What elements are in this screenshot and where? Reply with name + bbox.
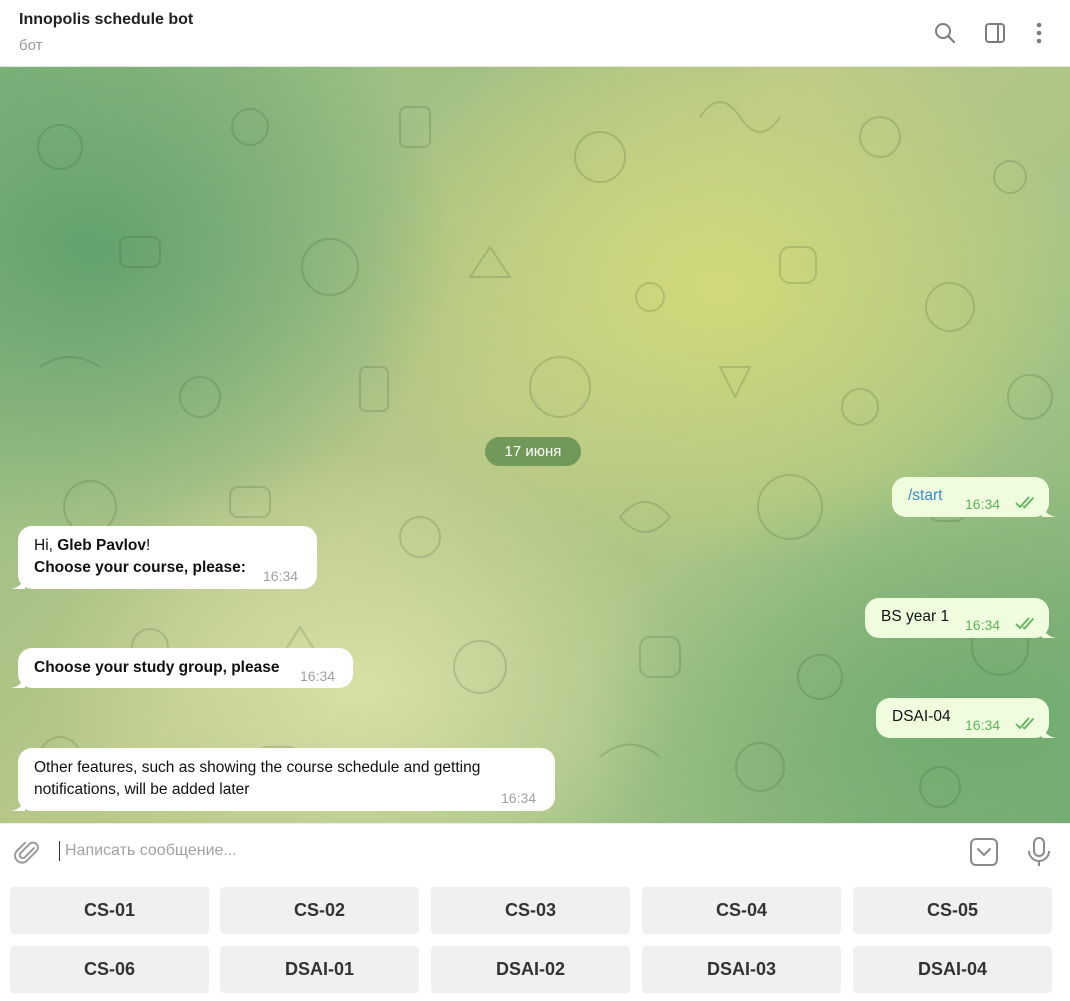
read-check-icon <box>1015 715 1039 737</box>
message-composer <box>0 823 1070 878</box>
message-text-line-2: notifications, will be added later <box>34 781 250 798</box>
keyboard-button-dsai-01[interactable]: DSAI-01 <box>220 946 419 993</box>
keyboard-button-cs-03[interactable]: CS-03 <box>431 887 630 934</box>
sidebar-toggle-icon[interactable] <box>982 20 1008 46</box>
message-text: Choose your study group, please <box>34 659 280 676</box>
keyboard-button-cs-01[interactable]: CS-01 <box>10 887 209 934</box>
bubble-tail <box>1042 724 1056 738</box>
chat-subtitle: бот <box>19 37 43 54</box>
message-time: 16:34 <box>965 496 1001 512</box>
keyboard-toggle-icon[interactable] <box>969 837 999 867</box>
message-text: DSAI-04 <box>892 708 951 725</box>
outgoing-message[interactable]: BS year 1 16:34 <box>865 598 1056 638</box>
search-icon[interactable] <box>932 20 958 46</box>
bubble-tail <box>1042 503 1056 517</box>
bubble-tail <box>11 797 25 811</box>
message-text-line-1: Hi, Gleb Pavlov! <box>34 537 151 554</box>
incoming-message[interactable]: Other features, such as showing the cour… <box>11 748 555 811</box>
chat-area[interactable]: 17 июня /start 16:34 Hi, Gleb Pavlov! Ch… <box>0 67 1070 823</box>
read-check-icon <box>1015 615 1039 637</box>
incoming-message[interactable]: Hi, Gleb Pavlov! Choose your course, ple… <box>11 526 317 589</box>
message-text-line-2: Choose your course, please: <box>34 559 246 576</box>
message-time: 16:34 <box>965 617 1001 633</box>
paperclip-icon[interactable] <box>13 837 41 865</box>
keyboard-button-dsai-03[interactable]: DSAI-03 <box>642 946 841 993</box>
message-time: 16:34 <box>300 668 336 684</box>
message-time: 16:34 <box>263 568 299 584</box>
read-check-icon <box>1015 494 1039 516</box>
outgoing-message[interactable]: DSAI-04 16:34 <box>876 698 1056 738</box>
bubble-tail <box>11 575 25 589</box>
keyboard-button-dsai-04[interactable]: DSAI-04 <box>853 946 1052 993</box>
reply-keyboard: CS-01 CS-02 CS-03 CS-04 CS-05 CS-06 DSAI… <box>0 878 1070 1001</box>
date-separator: 17 июня <box>485 437 581 466</box>
message-time: 16:34 <box>965 717 1001 733</box>
keyboard-button-cs-02[interactable]: CS-02 <box>220 887 419 934</box>
microphone-icon[interactable] <box>1026 836 1052 868</box>
chat-title[interactable]: Innopolis schedule bot <box>19 11 193 29</box>
message-text: BS year 1 <box>881 608 950 625</box>
bubble-tail <box>1042 624 1056 638</box>
message-input[interactable] <box>63 840 943 862</box>
more-vertical-icon[interactable] <box>1026 20 1052 46</box>
outgoing-message[interactable]: /start 16:34 <box>892 477 1056 517</box>
message-text-line-1: Other features, such as showing the cour… <box>34 759 481 776</box>
chat-header: Innopolis schedule bot бот <box>0 0 1070 67</box>
bubble-tail <box>11 674 25 688</box>
message-time: 16:34 <box>501 790 537 806</box>
bot-command-link[interactable]: /start <box>908 485 942 507</box>
text-caret <box>59 841 60 861</box>
keyboard-button-cs-04[interactable]: CS-04 <box>642 887 841 934</box>
keyboard-button-dsai-02[interactable]: DSAI-02 <box>431 946 630 993</box>
keyboard-button-cs-06[interactable]: CS-06 <box>10 946 209 993</box>
incoming-message[interactable]: Choose your study group, please 16:34 <box>11 648 353 688</box>
keyboard-button-cs-05[interactable]: CS-05 <box>853 887 1052 934</box>
